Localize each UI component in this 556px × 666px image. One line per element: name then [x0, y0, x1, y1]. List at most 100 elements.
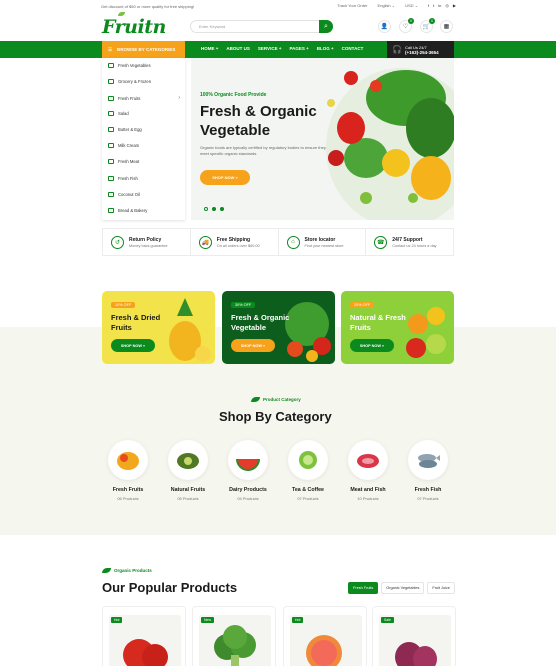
- browse-categories-button[interactable]: ☰ BROWSE BY CATEGORIES: [102, 41, 185, 58]
- menu-grid-button[interactable]: ▦: [440, 20, 453, 33]
- sidebar-item-bread-bakery[interactable]: Bread & Bakery: [108, 208, 180, 213]
- product-card[interactable]: Hot: [283, 606, 367, 666]
- fish-icon: [418, 454, 440, 468]
- leaf-icon: [102, 568, 111, 573]
- language-select[interactable]: English ⌄: [378, 3, 396, 8]
- product-label: Hot: [111, 617, 123, 623]
- search-button[interactable]: ⌕: [319, 20, 333, 33]
- category-card-dairy-products[interactable]: Dairy Products 04 Products: [218, 440, 278, 501]
- product-card[interactable]: Hot: [102, 606, 186, 666]
- category-card-fresh-fish[interactable]: Fresh Fish 07 Products: [398, 440, 458, 501]
- feature-free-shipping: 🚚 Free Shipping On all orders over $60.00: [191, 229, 279, 255]
- promo-shop-now-button[interactable]: SHOP NOW »: [111, 339, 155, 352]
- category-sidebar: Fresh Vegetables Grocery & Frozen Fresh …: [102, 58, 185, 220]
- promo-title: Fresh & Dried Fruits: [111, 313, 161, 332]
- call-number[interactable]: (+163)-254-3654: [405, 50, 439, 55]
- truck-icon: 🚚: [198, 235, 212, 249]
- section-title: Shop By Category: [219, 409, 332, 424]
- slider-dot-2[interactable]: [212, 207, 216, 211]
- promo-discount-tag: 20% OFF: [350, 302, 375, 308]
- account-button[interactable]: 👤: [378, 20, 391, 33]
- call-box: 🎧 Call Us 24/7 (+163)-254-3654: [387, 41, 454, 58]
- egg-icon: [108, 127, 114, 132]
- nav-blog[interactable]: BLOG +: [317, 46, 334, 51]
- logo[interactable]: Fruitn: [102, 12, 166, 38]
- nav-service[interactable]: SERVICE +: [258, 46, 282, 51]
- tab-organic-vegetables[interactable]: Organic Vegetables: [381, 582, 425, 594]
- promo-discount-tag: 10% OFF: [111, 302, 136, 308]
- sidebar-item-fresh-fruits[interactable]: Fresh Fruits ›: [108, 95, 180, 101]
- hero-subtitle: 100% Organic Food Provide: [200, 92, 267, 98]
- sidebar-item-fresh-vegetables[interactable]: Fresh Vegetables: [108, 63, 180, 68]
- sidebar-item-grocery[interactable]: Grocery & Frozen: [108, 79, 180, 84]
- promo-discount-tag: 30% OFF: [231, 302, 256, 308]
- promo-shop-now-button[interactable]: SHOP NOW »: [350, 339, 394, 352]
- salad-icon: [108, 111, 114, 116]
- product-card[interactable]: Sale: [372, 606, 456, 666]
- sidebar-item-fresh-meat[interactable]: Fresh Meat: [108, 159, 180, 164]
- slider-dot-3[interactable]: [220, 207, 224, 211]
- tab-fresh-fruits[interactable]: Fresh Fruits: [348, 582, 379, 594]
- instagram-icon[interactable]: ◎: [445, 3, 449, 8]
- products-section-tag: Organic Products: [102, 568, 152, 573]
- hero-slider-dots: [204, 207, 224, 211]
- wishlist-count-badge: 0: [408, 18, 414, 24]
- wishlist-button[interactable]: ♡ 0: [399, 18, 414, 33]
- cart-button[interactable]: 🛒 0: [420, 18, 435, 33]
- promo-card-dried-fruits[interactable]: 10% OFF Fresh & Dried Fruits SHOP NOW »: [102, 291, 215, 364]
- fruit-icon: [108, 95, 114, 101]
- promo-text: Get discount of $50 or more qualify for …: [101, 4, 195, 9]
- slider-dot-1[interactable]: [204, 207, 208, 211]
- facebook-icon[interactable]: f: [428, 3, 429, 8]
- heart-icon: ♡: [402, 24, 409, 30]
- meat-icon: [357, 454, 379, 468]
- linkedin-icon[interactable]: in: [438, 3, 441, 8]
- promo-shop-now-button[interactable]: SHOP NOW »: [231, 339, 275, 352]
- category-card-fresh-fruits[interactable]: Fresh Fruits 06 Products: [98, 440, 158, 501]
- user-icon: 👤: [380, 24, 389, 30]
- cart-icon: 🛒: [422, 24, 431, 30]
- sidebar-item-fresh-fish[interactable]: Fresh Fish: [108, 176, 180, 181]
- twitter-icon[interactable]: t: [433, 3, 434, 8]
- feature-support: ☎ 24/7 Support Contact us 24 hours a day: [366, 229, 453, 255]
- category-card-meat-fish[interactable]: Meat and Fish 10 Products: [338, 440, 398, 501]
- menu-icon: ☰: [108, 46, 113, 52]
- category-card-tea-coffee[interactable]: Tea & Coffee 07 Products: [278, 440, 338, 501]
- currency-select[interactable]: USD ⌄: [405, 3, 418, 8]
- hero-title: Fresh & Organic Vegetable: [200, 103, 317, 139]
- promo-card-natural-fruits[interactable]: 20% OFF Natural & Fresh Fruits SHOP NOW …: [341, 291, 454, 364]
- lime-icon: [299, 451, 317, 469]
- features-bar: ↺ Return Policy Money back guarantee 🚚 Fr…: [102, 228, 454, 256]
- feature-return-policy: ↺ Return Policy Money back guarantee: [103, 229, 191, 255]
- section-tag: Product Category: [251, 397, 301, 402]
- cart-count-badge: 0: [429, 18, 435, 24]
- search-input[interactable]: Enter Keyword: [190, 20, 333, 33]
- watermelon-icon: [236, 458, 260, 471]
- headset-icon: 🎧: [392, 45, 402, 54]
- promo-title: Natural & Fresh Fruits: [350, 313, 406, 332]
- nav-home[interactable]: HOME +: [201, 46, 218, 51]
- promo-card-organic-vegetable[interactable]: 30% OFF Fresh & Organic Vegetable SHOP N…: [222, 291, 335, 364]
- sidebar-item-butter-egg[interactable]: Butter & Egg: [108, 127, 180, 132]
- top-bar: Get discount of $50 or more qualify for …: [0, 0, 556, 12]
- sidebar-item-coconut-oil[interactable]: Coconut Oil: [108, 192, 180, 197]
- youtube-icon[interactable]: ▶: [453, 3, 456, 8]
- track-order-link[interactable]: Track Your Order: [337, 3, 367, 8]
- product-label: Hot: [292, 617, 304, 623]
- hero-description: Organic foods are typically certified by…: [200, 145, 326, 156]
- nav-contact[interactable]: CONTACT: [342, 46, 364, 51]
- nav-pages[interactable]: PAGES +: [289, 46, 308, 51]
- headset-icon: ☎: [374, 235, 388, 249]
- promo-title: Fresh & Organic Vegetable: [231, 313, 290, 332]
- meat-icon: [108, 159, 114, 164]
- sidebar-item-salad[interactable]: Salad: [108, 111, 180, 116]
- product-card[interactable]: New: [192, 606, 276, 666]
- hero-shop-now-button[interactable]: SHOP NOW »: [200, 170, 250, 185]
- sidebar-item-milk-cream[interactable]: Milk Cream: [108, 143, 180, 148]
- nav-about[interactable]: ABOUT US: [226, 46, 250, 51]
- return-icon: ↺: [111, 235, 124, 249]
- category-card-natural-fruits[interactable]: Natural Fruits 05 Products: [158, 440, 218, 501]
- products-section-title: Our Popular Products: [102, 580, 238, 595]
- product-tabs: Fresh Fruits Organic Vegetables Fruit Ju…: [348, 582, 455, 594]
- tab-fruit-juice[interactable]: Fruit Juice: [427, 582, 455, 594]
